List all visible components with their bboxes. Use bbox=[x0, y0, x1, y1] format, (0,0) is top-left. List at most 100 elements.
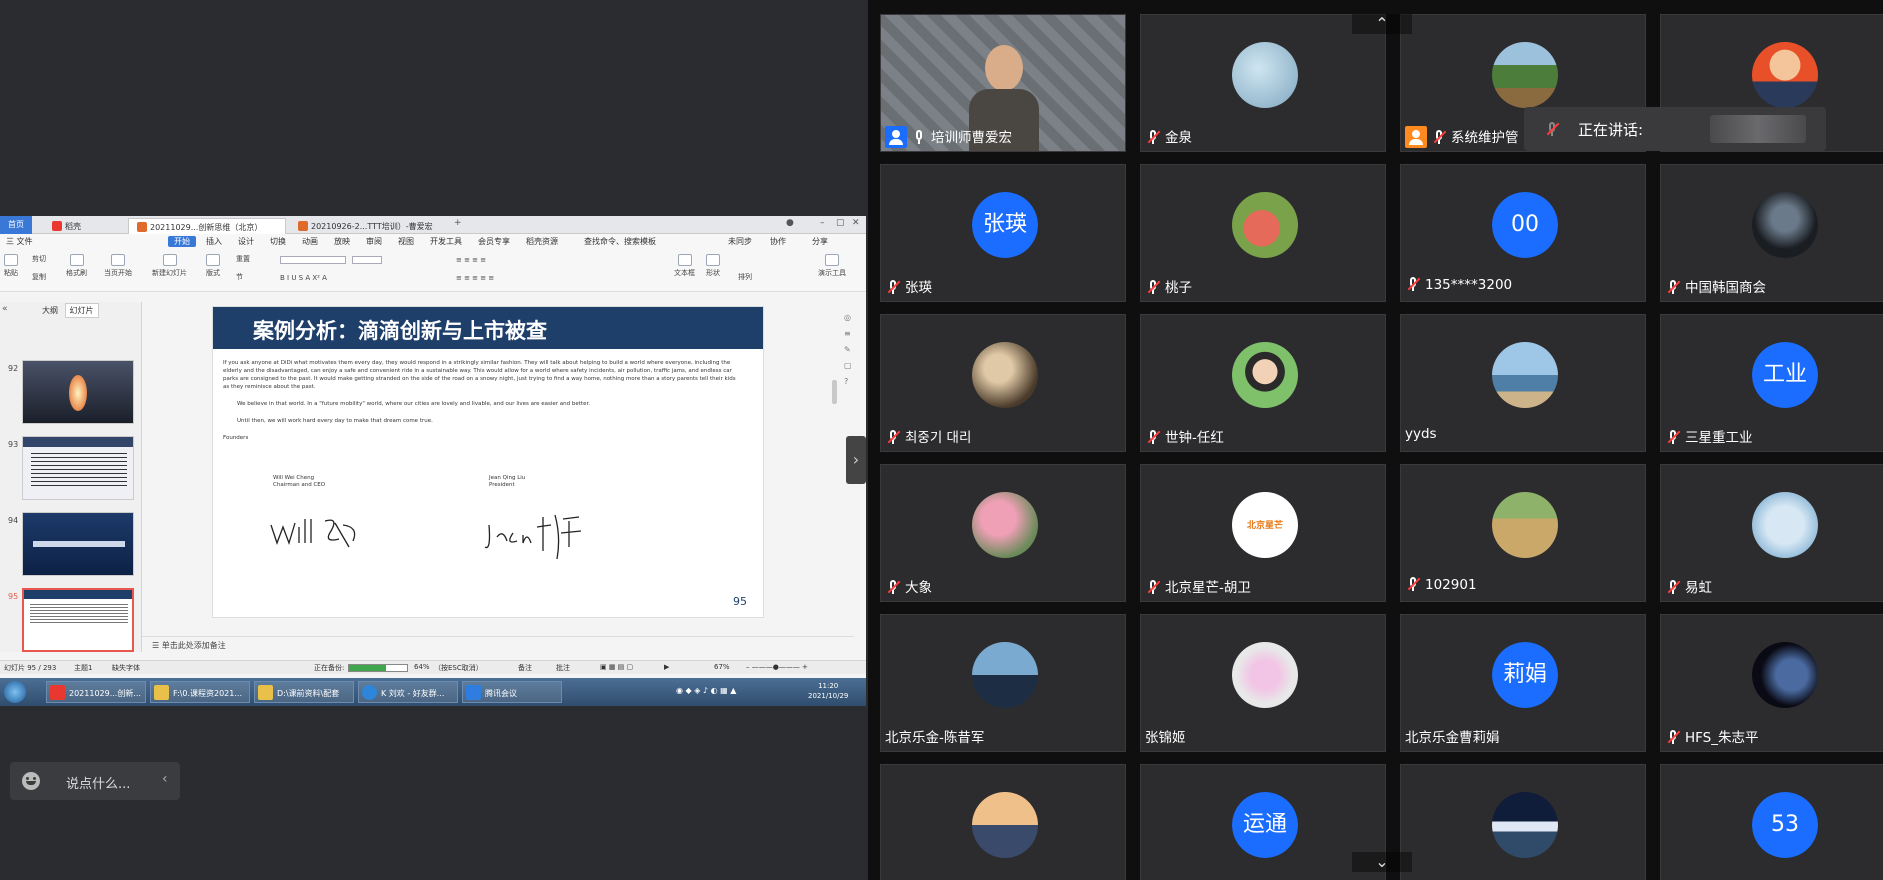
participant-tile[interactable]: 102901 bbox=[1400, 464, 1646, 602]
scroll-thumb[interactable] bbox=[832, 380, 837, 404]
font-style-buttons[interactable]: B I U S A X² A bbox=[280, 274, 327, 282]
textbox-button[interactable]: 文本框 bbox=[674, 254, 695, 278]
panel-collapse-icon[interactable]: « bbox=[2, 304, 8, 314]
menu-member[interactable]: 会员专享 bbox=[478, 236, 510, 247]
user-avatar-icon[interactable]: ● bbox=[786, 218, 794, 228]
menu-animation[interactable]: 动画 bbox=[302, 236, 318, 247]
close-icon[interactable]: ✕ bbox=[852, 218, 860, 228]
participant-tile[interactable]: yyds bbox=[1400, 314, 1646, 452]
missing-font-button[interactable]: 缺失字体 bbox=[112, 663, 140, 673]
comments-toggle[interactable]: 批注 bbox=[556, 663, 570, 673]
section-button[interactable]: 节 bbox=[236, 272, 243, 282]
participant-tile[interactable]: 최중기 대리 bbox=[880, 314, 1126, 452]
taskbar-item[interactable]: 腾讯会议 bbox=[462, 681, 562, 703]
current-slide[interactable]: 案例分析：滴滴创新与上市被查 If you ask anyone at DiDi… bbox=[212, 306, 764, 618]
participant-tile[interactable]: 张锦姬 bbox=[1140, 614, 1386, 752]
participant-tile[interactable]: 北京星芒 北京星芒-胡卫 bbox=[1140, 464, 1386, 602]
paste-button[interactable]: 粘贴 bbox=[4, 254, 18, 278]
participant-tile[interactable]: 53 bbox=[1660, 764, 1883, 880]
menu-view[interactable]: 视图 bbox=[398, 236, 414, 247]
participant-tile[interactable]: HFS_朱志平 bbox=[1660, 614, 1883, 752]
tab-home[interactable]: 首页 bbox=[0, 216, 32, 234]
participant-tile[interactable]: 张瑛 张瑛 bbox=[880, 164, 1126, 302]
participant-tile[interactable] bbox=[1400, 764, 1646, 880]
arrange-button[interactable]: 排列 bbox=[738, 272, 752, 282]
participant-tile[interactable]: 世钟-任红 bbox=[1140, 314, 1386, 452]
tab-outline[interactable]: 大纲 bbox=[38, 304, 62, 317]
tab-daoke[interactable]: 稻壳 bbox=[44, 218, 89, 234]
menu-resources[interactable]: 稻壳资源 bbox=[526, 236, 558, 247]
participant-tile[interactable]: 中国韩国商会 bbox=[1660, 164, 1883, 302]
share-button[interactable]: 分享 bbox=[812, 236, 828, 247]
slide-scrollbar[interactable] bbox=[832, 310, 837, 640]
align-buttons[interactable]: ≡ ≡ ≡ ≡ ≡ bbox=[456, 274, 494, 282]
taskbar-item[interactable]: D:\课前资料\配套 bbox=[254, 681, 354, 703]
side-tool-icons[interactable]: ◎ ≡ ✎ ▢? bbox=[844, 310, 854, 390]
participant-tile[interactable]: 易虹 bbox=[1660, 464, 1883, 602]
font-name-select[interactable] bbox=[280, 256, 346, 264]
shape-button[interactable]: 形状 bbox=[706, 254, 720, 278]
menu-start[interactable]: 开始 bbox=[168, 236, 196, 247]
collaborate-button[interactable]: 协作 bbox=[770, 236, 786, 247]
new-tab-icon[interactable]: + bbox=[454, 218, 462, 228]
participant-tile[interactable]: 培训师曹爱宏 bbox=[880, 14, 1126, 152]
participant-tile[interactable] bbox=[880, 764, 1126, 880]
menu-design[interactable]: 设计 bbox=[238, 236, 254, 247]
scroll-up-icon[interactable]: ⌃ bbox=[1352, 14, 1412, 34]
menu-review[interactable]: 审阅 bbox=[366, 236, 382, 247]
menu-insert[interactable]: 插入 bbox=[206, 236, 222, 247]
menu-developer[interactable]: 开发工具 bbox=[430, 236, 462, 247]
chevron-left-icon[interactable]: ‹ bbox=[162, 771, 168, 787]
menu-transition[interactable]: 切换 bbox=[270, 236, 286, 247]
font-size-select[interactable] bbox=[352, 256, 382, 264]
participant-tile[interactable]: 北京乐金-陈昔军 bbox=[880, 614, 1126, 752]
expand-panel-handle[interactable]: › bbox=[846, 436, 866, 484]
cut-button[interactable]: 剪切 bbox=[32, 254, 46, 264]
emoji-icon[interactable] bbox=[22, 772, 40, 790]
notes-pane[interactable]: ☰ 单击此处添加备注 bbox=[142, 636, 854, 654]
chat-input-bar[interactable]: 说点什么... ‹ bbox=[10, 762, 180, 800]
tab-current-document[interactable]: 20211029...创新思维（北京） bbox=[128, 218, 286, 234]
format-painter-button[interactable]: 格式刷 bbox=[66, 254, 87, 278]
slide-thumbnail-selected[interactable] bbox=[22, 588, 134, 652]
zoom-level[interactable]: 67% bbox=[714, 663, 730, 671]
notes-toggle[interactable]: 备注 bbox=[518, 663, 532, 673]
layout-button[interactable]: 版式 bbox=[206, 254, 220, 278]
participant-tile[interactable]: 莉娟 北京乐金曹莉娟 bbox=[1400, 614, 1646, 752]
slide-editor[interactable]: 案例分析：滴滴创新与上市被查 If you ask anyone at DiDi… bbox=[142, 302, 854, 652]
play-slideshow-icon[interactable]: ▶ bbox=[664, 663, 669, 671]
sync-status[interactable]: 未同步 bbox=[728, 236, 752, 247]
play-from-current-button[interactable]: 当页开始 bbox=[104, 254, 132, 278]
maximize-icon[interactable]: ▢ bbox=[836, 218, 845, 228]
windows-start-icon[interactable] bbox=[4, 681, 26, 703]
tab-other-document[interactable]: 20210926-2...TTT培训）-曹爱宏 bbox=[290, 218, 450, 234]
system-clock[interactable]: 11:20 2021/10/29 bbox=[808, 681, 848, 701]
tab-slides[interactable]: 幻灯片 bbox=[64, 303, 99, 318]
minimize-icon[interactable]: – bbox=[820, 218, 825, 228]
tray-icons[interactable]: ◉ ◆ ◈ ♪ ◐ ▦ ▲ bbox=[676, 686, 736, 695]
participant-tile[interactable]: 大象 bbox=[880, 464, 1126, 602]
participant-tile[interactable]: 桃子 bbox=[1140, 164, 1386, 302]
menu-slideshow[interactable]: 放映 bbox=[334, 236, 350, 247]
menu-file[interactable]: 三 文件 bbox=[6, 236, 33, 247]
view-mode-icons[interactable]: ▣ ▦ ▤ ▢ bbox=[600, 663, 633, 671]
shared-screen[interactable]: 首页 稻壳 20211029...创新思维（北京） 20210926-2...T… bbox=[0, 216, 866, 706]
taskbar-item[interactable]: K 刘欢 - 好友群... bbox=[358, 681, 458, 703]
slide-thumbnail[interactable] bbox=[22, 360, 134, 424]
reset-button[interactable]: 重置 bbox=[236, 254, 250, 264]
new-slide-button[interactable]: 新建幻灯片 bbox=[152, 254, 187, 278]
slide-thumbnail[interactable] bbox=[22, 512, 134, 576]
scroll-down-icon[interactable]: ⌄ bbox=[1352, 852, 1412, 872]
copy-button[interactable]: 复制 bbox=[32, 272, 46, 282]
participant-tile[interactable]: 运通 bbox=[1140, 764, 1386, 880]
taskbar-item[interactable]: F:\0.课程资2021... bbox=[150, 681, 250, 703]
participant-tile[interactable]: 工业 三星重工业 bbox=[1660, 314, 1883, 452]
participant-tile[interactable]: 金泉 bbox=[1140, 14, 1386, 152]
participant-tile[interactable]: 00 135****3200 bbox=[1400, 164, 1646, 302]
paragraph-buttons[interactable]: ≡ ≡ ≡ ≡ bbox=[456, 256, 486, 264]
slide-thumbnail[interactable] bbox=[22, 436, 134, 500]
taskbar-item[interactable]: 20211029...创新... bbox=[46, 681, 146, 703]
presentation-tools-button[interactable]: 演示工具 bbox=[818, 254, 846, 278]
zoom-slider[interactable]: – ———●——— + bbox=[746, 663, 808, 671]
search-command-input[interactable]: 查找命令、搜索模板 bbox=[584, 236, 656, 247]
